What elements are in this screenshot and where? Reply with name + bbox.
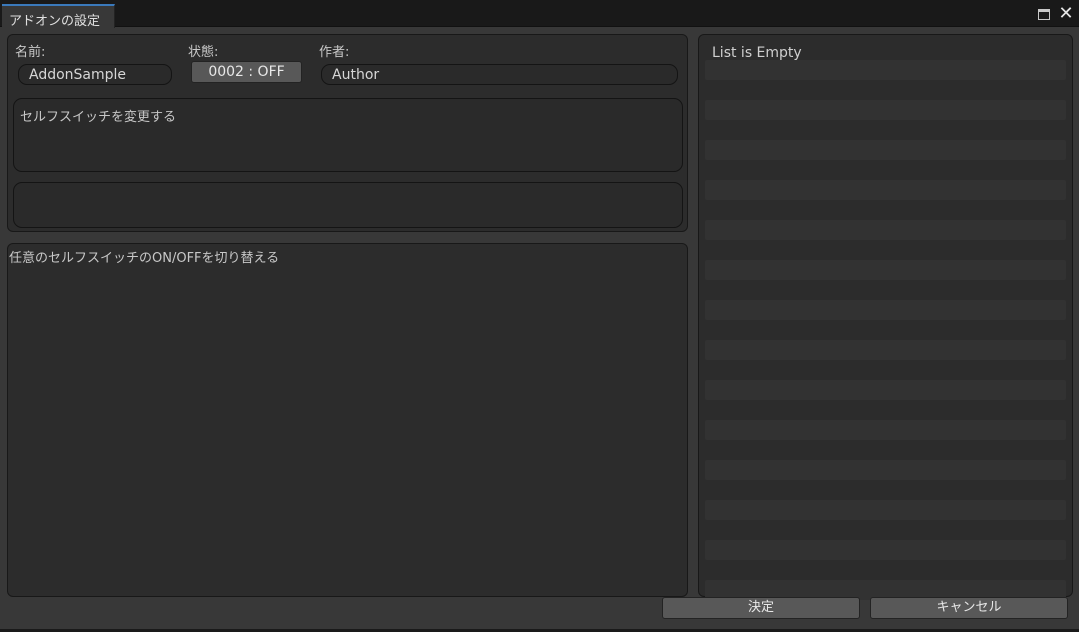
list-empty-text: List is Empty <box>712 45 802 61</box>
function-text-area[interactable]: セルフスイッチを変更する <box>13 98 683 172</box>
list-row-stripe <box>705 220 1066 240</box>
list-row-stripe <box>705 140 1066 160</box>
ok-button[interactable]: 決定 <box>662 597 860 619</box>
description-text: 任意のセルフスイッチのON/OFFを切り替える <box>9 251 280 266</box>
parameter-list-panel[interactable]: List is Empty <box>698 34 1073 600</box>
list-row-stripe <box>705 300 1066 320</box>
list-row-stripe <box>705 380 1066 400</box>
state-label: 状態: <box>188 45 219 60</box>
name-label: 名前: <box>15 45 46 60</box>
list-row-stripe <box>705 180 1066 200</box>
list-row-stripe <box>705 340 1066 360</box>
cancel-button[interactable]: キャンセル <box>870 597 1068 619</box>
list-row-stripe <box>705 420 1066 440</box>
name-field[interactable] <box>18 64 172 85</box>
window-tab[interactable]: アドオンの設定 <box>2 4 115 29</box>
list-row-stripe <box>705 460 1066 480</box>
list-row-stripe <box>705 100 1066 120</box>
author-label: 作者: <box>319 45 350 60</box>
list-row-stripe <box>705 500 1066 520</box>
list-row-stripe <box>705 260 1066 280</box>
extra-text-area[interactable] <box>13 182 683 228</box>
title-bar: アドオンの設定 ✕ <box>0 0 1079 29</box>
close-icon[interactable]: ✕ <box>1057 4 1075 24</box>
addon-info-panel: 名前: 状態: 作者: 0002 : OFF セルフスイッチを変更する <box>7 34 688 232</box>
list-row-stripe <box>705 60 1066 80</box>
maximize-icon[interactable] <box>1038 9 1050 20</box>
description-panel: 任意のセルフスイッチのON/OFFを切り替える <box>7 243 688 597</box>
author-field[interactable] <box>321 64 678 85</box>
state-button[interactable]: 0002 : OFF <box>191 61 302 83</box>
list-row-stripe <box>705 540 1066 560</box>
addon-settings-window: アドオンの設定 ✕ 名前: 状態: 作者: 0002 : OFF セルフスイッチ… <box>0 0 1079 632</box>
